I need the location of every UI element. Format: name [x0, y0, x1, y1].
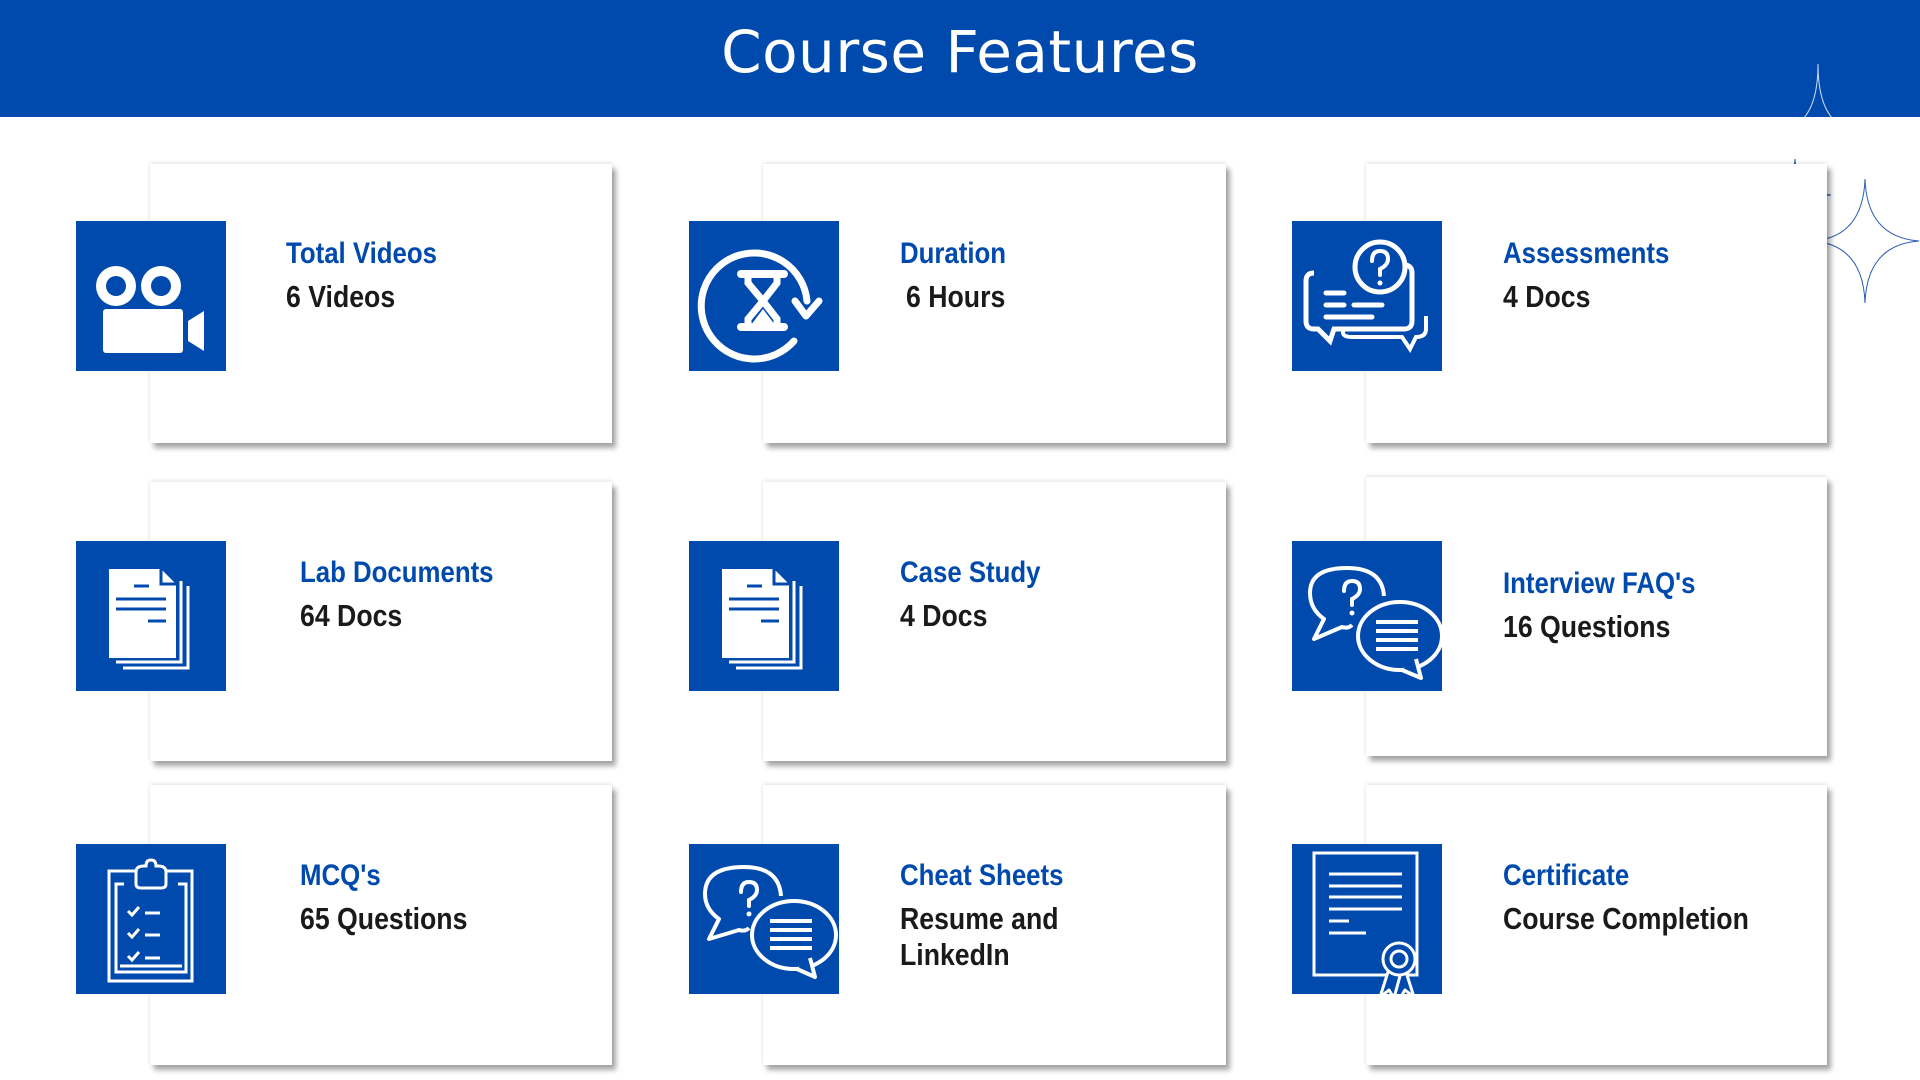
- feature-label: Duration: [900, 237, 1007, 270]
- feature-value: 65 Questions: [300, 901, 468, 936]
- icon-tile: [76, 541, 226, 691]
- feature-value: 16 Questions: [1503, 609, 1671, 644]
- faq-chat-icon: [1308, 566, 1442, 680]
- icon-tile: [76, 221, 226, 371]
- feature-label: MCQ's: [300, 859, 381, 892]
- feature-label: Assessments: [1503, 237, 1670, 270]
- feature-value: 6 Videos: [286, 279, 396, 314]
- documents-icon: [109, 569, 190, 670]
- video-camera-icon: [96, 266, 204, 353]
- feature-value: 6 Hours: [906, 279, 1006, 314]
- feature-label: Case Study: [900, 556, 1041, 589]
- page-title: Course Features: [721, 18, 1199, 86]
- icon-tile: [1292, 844, 1442, 994]
- documents-icon: [722, 569, 803, 670]
- icon-tile: [1292, 541, 1442, 691]
- feature-label: Total Videos: [286, 237, 438, 270]
- feature-value: 4 Docs: [1503, 279, 1591, 314]
- feature-value: Resume and LinkedIn: [900, 901, 1059, 972]
- feature-label: Interview FAQ's: [1503, 567, 1696, 600]
- icon-tile: [76, 844, 226, 994]
- feature-value: Course Completion: [1503, 901, 1749, 936]
- feature-value: 4 Docs: [900, 598, 988, 633]
- icon-tile: [689, 221, 839, 371]
- feature-label: Lab Documents: [300, 556, 494, 589]
- icon-tile: [689, 541, 839, 691]
- clipboard-checklist-icon: [107, 858, 194, 983]
- icon-tile: [689, 844, 839, 994]
- feature-label: Cheat Sheets: [900, 859, 1064, 892]
- faq-chat-icon: [703, 865, 838, 979]
- icon-tile: [1292, 221, 1442, 371]
- sparkle-icon: [1812, 178, 1920, 304]
- feature-label: Certificate: [1503, 859, 1630, 892]
- question-chat-icon: [1303, 239, 1428, 353]
- hourglass-refresh-icon: [697, 249, 823, 363]
- header-banner: Course Features: [0, 0, 1920, 117]
- feature-value: 64 Docs: [300, 598, 403, 633]
- certificate-icon: [1312, 851, 1419, 994]
- sparkle-icon: [1801, 63, 1835, 121]
